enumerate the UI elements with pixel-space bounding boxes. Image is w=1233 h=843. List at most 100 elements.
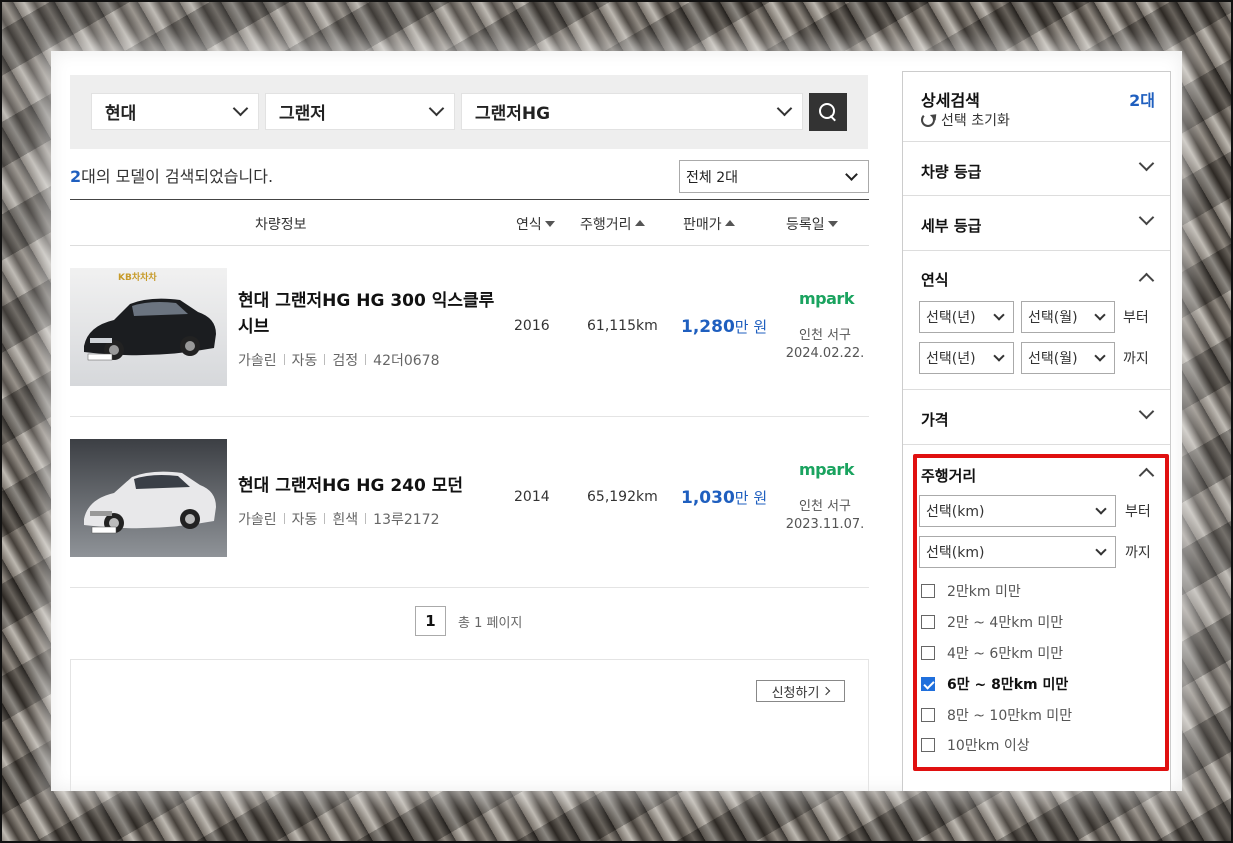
table-row[interactable]: 현대 그랜저HG HG 240 모던 가솔린 자동 흰색 13루2172 2014 6… <box>70 417 869 588</box>
sidebar-header: 상세검색 2대 선택 초기화 <box>903 72 1170 142</box>
sidebar-count: 2대 <box>1129 91 1155 110</box>
mileage-from-select[interactable]: 선택(km) <box>919 495 1116 527</box>
search-button[interactable] <box>809 93 847 131</box>
price-value: 1,030 <box>681 488 735 508</box>
reset-label: 선택 초기화 <box>941 113 1010 129</box>
model-select[interactable]: 그랜저 <box>265 93 455 130</box>
chevron-up-icon[interactable] <box>1138 272 1155 289</box>
spec-color: 검정 <box>332 353 359 369</box>
car-thumbnail[interactable]: KB차차차 <box>70 268 227 386</box>
spec-plate: 42더0678 <box>373 353 440 369</box>
reset-button[interactable]: 선택 초기화 <box>921 110 1010 130</box>
section-grade-title: 차량 등급 <box>921 163 982 181</box>
mileage-option[interactable]: 2만 ~ 4만km 미만 <box>921 612 1063 632</box>
col-year-sort[interactable]: 연식 <box>516 214 555 234</box>
car-name[interactable]: 현대 그랜저HG HG 300 익스클루시브 <box>238 288 508 340</box>
search-icon <box>819 103 837 121</box>
section-mileage-title: 주행거리 <box>921 467 977 485</box>
apply-button[interactable]: 신청하기 <box>756 680 845 702</box>
apply-box: 신청하기 <box>70 659 869 791</box>
car-thumbnail[interactable] <box>70 439 227 557</box>
col-mileage-sort[interactable]: 주행거리 <box>580 214 645 234</box>
checkbox[interactable] <box>921 738 935 752</box>
car-name[interactable]: 현대 그랜저HG HG 240 모던 <box>238 473 508 499</box>
thumbnail-watermark: KB차차차 <box>118 273 157 283</box>
car-price: 1,280만 원 <box>681 316 767 337</box>
result-count: 2대의 모델이 검색되었습니다. <box>70 163 273 187</box>
mileage-option-selected[interactable]: 6만 ~ 8만km 미만 <box>921 674 1068 694</box>
chevron-down-icon <box>776 100 793 117</box>
chevron-down-icon <box>845 167 858 181</box>
section-price[interactable]: 가격 <box>903 390 1170 445</box>
result-count-text: 대의 모델이 검색되었습니다. <box>81 167 274 186</box>
section-year-title: 연식 <box>921 271 949 289</box>
section-grade[interactable]: 차량 등급 <box>903 142 1170 196</box>
col-price-sort[interactable]: 판매가 <box>683 214 735 234</box>
chevron-right-icon <box>822 686 831 696</box>
mileage-option[interactable]: 2만km 미만 <box>921 581 1021 601</box>
mileage-option[interactable]: 4만 ~ 6만km 미만 <box>921 643 1063 663</box>
chevron-down-icon <box>1094 349 1106 362</box>
spec-transmission: 자동 <box>291 512 318 528</box>
main-panel: 현대 그랜저 그랜저HG 2대의 모델이 검색되었습니다. 전체 2대 차량정보… <box>51 51 1182 791</box>
chevron-down-icon <box>1138 155 1155 172</box>
maker-select[interactable]: 현대 <box>91 93 259 130</box>
car-year: 2016 <box>514 318 550 334</box>
count-filter-select[interactable]: 전체 2대 <box>679 160 869 193</box>
car-reg-date: 2023.11.07. <box>785 517 865 532</box>
mileage-option-label: 2만km 미만 <box>947 584 1021 600</box>
checkbox[interactable] <box>921 708 935 722</box>
dealer-logo: mpark <box>799 460 854 479</box>
month-from-select[interactable]: 선택(월) <box>1021 301 1115 333</box>
chevron-down-icon <box>428 100 445 117</box>
count-filter-value: 전체 2대 <box>686 169 738 186</box>
submodel-select[interactable]: 그랜저HG <box>461 93 803 130</box>
chevron-down-icon <box>993 308 1005 321</box>
maker-select-value: 현대 <box>105 104 137 124</box>
spec-plate: 13루2172 <box>373 512 440 528</box>
checkbox[interactable] <box>921 584 935 598</box>
spec-color: 흰색 <box>332 512 359 528</box>
month-to-select[interactable]: 선택(월) <box>1021 342 1115 374</box>
section-sub-grade[interactable]: 세부 등급 <box>903 196 1170 251</box>
car-location: 인천 서구 <box>799 328 851 343</box>
mileage-option[interactable]: 10만km 이상 <box>921 735 1030 755</box>
mileage-option[interactable]: 8만 ~ 10만km 미만 <box>921 705 1072 725</box>
table-header: 차량정보 연식 주행거리 판매가 등록일 <box>70 199 869 246</box>
checkbox-checked[interactable] <box>921 677 935 691</box>
year-to-suffix: 까지 <box>1123 351 1149 367</box>
car-mileage: 61,115km <box>587 318 658 334</box>
chevron-down-icon <box>1094 308 1106 321</box>
table-row[interactable]: KB차차차 현대 그랜저HG HG 300 익스클루시브 가솔린 자동 검정 42더0… <box>70 246 869 417</box>
mileage-option-label: 4만 ~ 6만km 미만 <box>947 646 1064 662</box>
car-price: 1,030만 원 <box>681 487 767 508</box>
mileage-option-label: 6만 ~ 8만km 미만 <box>947 677 1069 693</box>
chevron-down-icon <box>993 349 1005 362</box>
chevron-down-icon <box>232 100 249 117</box>
checkbox[interactable] <box>921 646 935 660</box>
page-button-current[interactable]: 1 <box>415 606 446 636</box>
price-unit: 만 원 <box>734 489 768 507</box>
col-date-sort[interactable]: 등록일 <box>786 214 838 234</box>
chevron-down-icon <box>1095 543 1107 556</box>
year-from-select[interactable]: 선택(년) <box>919 301 1014 333</box>
car-spec: 가솔린 자동 검정 42더0678 <box>238 350 440 370</box>
mileage-from-suffix: 부터 <box>1125 504 1151 520</box>
spec-transmission: 자동 <box>291 353 318 369</box>
chevron-up-icon[interactable] <box>1138 467 1155 484</box>
price-unit: 만 원 <box>734 318 768 336</box>
section-sub-grade-title: 세부 등급 <box>921 217 982 235</box>
refresh-icon <box>921 113 935 127</box>
price-value: 1,280 <box>681 317 735 337</box>
page-total: 총 1 페이지 <box>458 615 523 631</box>
mileage-to-select[interactable]: 선택(km) <box>919 536 1116 568</box>
checkbox[interactable] <box>921 615 935 629</box>
year-to-select[interactable]: 선택(년) <box>919 342 1014 374</box>
chevron-down-icon <box>1138 403 1155 420</box>
result-count-number: 2 <box>70 167 82 186</box>
pagination: 1 총 1 페이지 <box>415 606 522 636</box>
apply-button-label: 신청하기 <box>771 685 820 701</box>
mileage-option-label: 2만 ~ 4만km 미만 <box>947 615 1064 631</box>
submodel-select-value: 그랜저HG <box>475 104 551 124</box>
chevron-down-icon <box>1138 209 1155 226</box>
